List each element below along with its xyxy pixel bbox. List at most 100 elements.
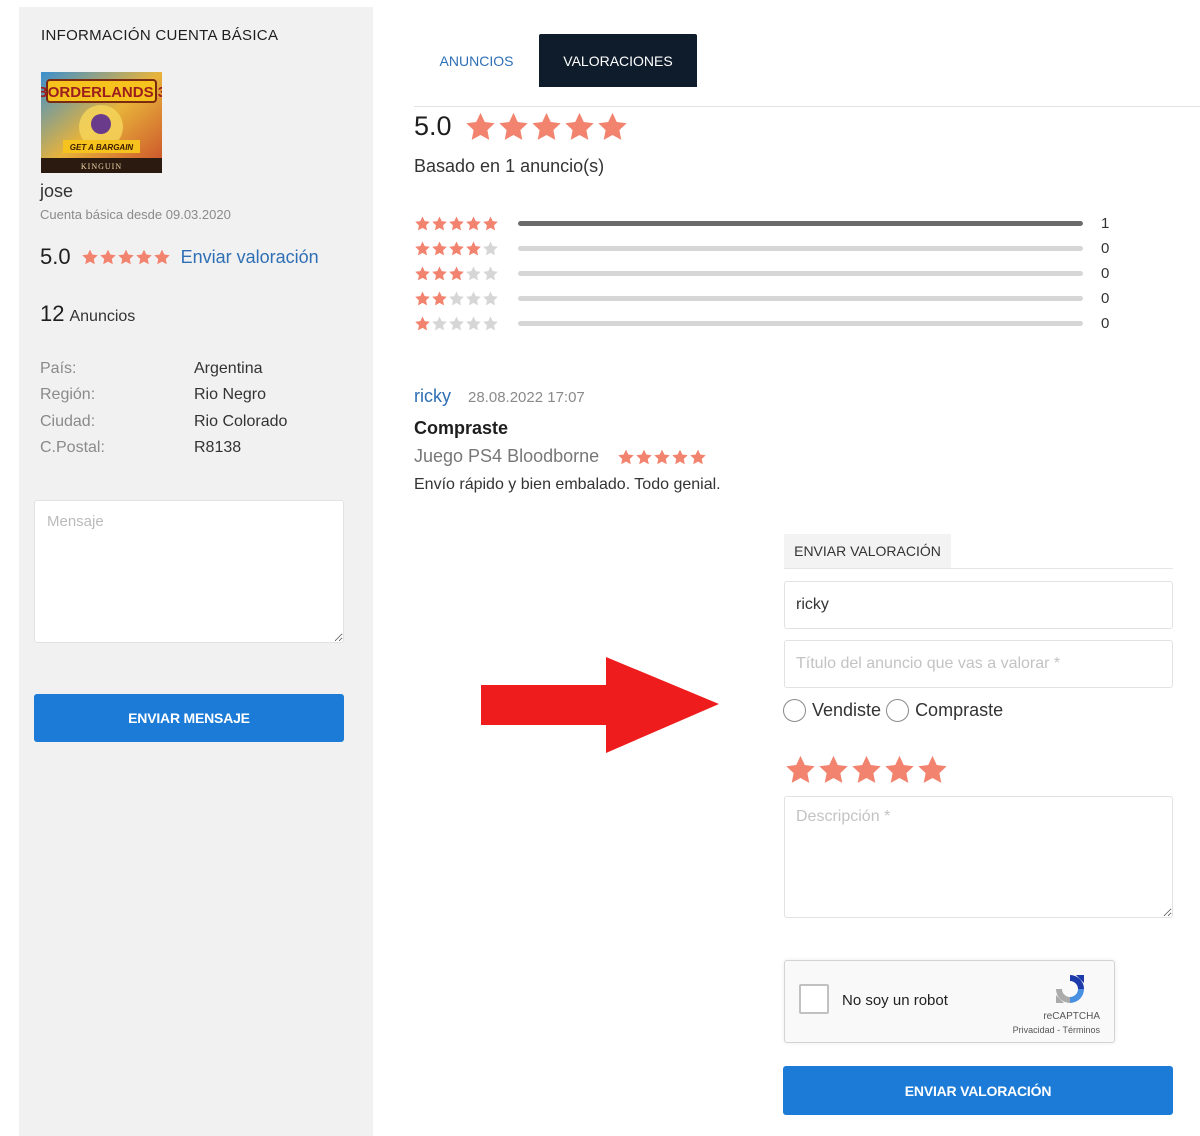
star-filled-icon: [653, 448, 671, 466]
ads-count-label: Anuncios: [69, 308, 136, 325]
star-filled-icon: [465, 240, 482, 257]
info-value: Rio Colorado: [194, 412, 288, 430]
star-empty-icon: [448, 315, 465, 332]
distribution-bar: [518, 271, 1083, 276]
star-filled-icon: [596, 110, 629, 143]
member-since: Cuenta básica desde 09.03.2020: [40, 207, 231, 222]
star-filled-icon: [81, 248, 99, 266]
description-field[interactable]: [784, 796, 1173, 918]
ad-title-field[interactable]: [784, 640, 1173, 688]
review-item-title: Juego PS4 Bloodborne: [414, 446, 600, 466]
summary-rating-value: 5.0: [414, 111, 452, 141]
distribution-bar-fill: [518, 221, 1083, 226]
radio-bought[interactable]: [886, 699, 910, 722]
star-filled-icon: [431, 240, 448, 257]
game-cover-image: BORDERLANDS 3 GET A BARGAIN KINGUIN: [41, 72, 162, 173]
reviewer-name-field[interactable]: [784, 581, 1173, 629]
distribution-count: 0: [1101, 240, 1110, 257]
distribution-bar: [518, 296, 1083, 301]
star-filled-icon[interactable]: [817, 753, 850, 786]
star-filled-icon: [414, 215, 431, 232]
cover-tagline: GET A BARGAIN: [70, 143, 134, 152]
info-key: C.Postal:: [40, 439, 105, 457]
star-filled-icon[interactable]: [883, 753, 916, 786]
star-empty-icon: [431, 315, 448, 332]
account-sidebar: INFORMACIÓN CUENTA BÁSICA BORDERLANDS 3 …: [19, 7, 373, 1136]
star-filled-icon: [635, 448, 653, 466]
review-user-link[interactable]: ricky: [414, 386, 451, 407]
star-filled-icon: [464, 110, 497, 143]
distribution-row-4: 0: [414, 236, 1109, 261]
info-row-region: Región: Rio Negro: [40, 382, 287, 408]
send-rating-link[interactable]: Enviar valoración: [181, 247, 319, 268]
star-filled-icon: [99, 248, 117, 266]
info-value: Argentina: [194, 360, 263, 378]
info-value: R8138: [194, 439, 242, 457]
radio-option-sold[interactable]: Vendiste: [783, 699, 881, 722]
distribution-row-3: 0: [414, 261, 1109, 286]
cover-caption: BORDERLANDS 3: [41, 84, 162, 101]
account-rating: 5.0 Enviar valoración: [40, 244, 319, 270]
message-input[interactable]: [34, 500, 344, 643]
radio-sold[interactable]: [783, 699, 806, 722]
rating-star-picker[interactable]: [784, 753, 949, 791]
star-filled-icon[interactable]: [784, 753, 817, 786]
distribution-row-2: 0: [414, 286, 1109, 311]
location-info: País: Argentina Región: Rio Negro Ciudad…: [40, 356, 287, 461]
send-rating-button[interactable]: ENVIAR VALORACIÓN: [783, 1066, 1173, 1115]
star-filled-icon: [448, 215, 465, 232]
star-filled-icon: [448, 265, 465, 282]
tab-valoraciones[interactable]: VALORACIONES: [539, 34, 697, 87]
info-row-country: País: Argentina: [40, 356, 287, 382]
star-filled-icon: [465, 215, 482, 232]
star-filled-icon[interactable]: [850, 753, 883, 786]
star-empty-icon: [465, 315, 482, 332]
distribution-stars: [414, 315, 499, 332]
recaptcha-widget: No soy un robot reCAPTCHA Privacidad - T…: [784, 960, 1115, 1043]
star-filled-icon: [530, 110, 563, 143]
star-filled-icon: [689, 448, 707, 466]
star-empty-icon: [482, 240, 499, 257]
star-filled-icon: [431, 290, 448, 307]
sidebar-title: INFORMACIÓN CUENTA BÁSICA: [41, 27, 279, 44]
cover-brand: KINGUIN: [81, 162, 122, 171]
info-key: Ciudad:: [40, 412, 96, 430]
radio-bought-label: Compraste: [915, 700, 1004, 720]
review-date: 28.08.2022 17:07: [468, 389, 585, 406]
review-item: ricky 28.08.2022 17:07 Compraste Juego P…: [414, 386, 721, 494]
username: jose: [40, 181, 74, 201]
rating-value: 5.0: [40, 244, 71, 269]
star-filled-icon: [414, 240, 431, 257]
send-rating-tab[interactable]: ENVIAR VALORACIÓN: [784, 534, 951, 568]
star-filled-icon[interactable]: [916, 753, 949, 786]
ads-count-number: 12: [40, 301, 65, 326]
star-empty-icon: [448, 290, 465, 307]
review-text: Envío rápido y bien embalado. Todo genia…: [414, 476, 721, 493]
rating-distribution: 1 0 0 0 0: [414, 211, 1109, 336]
review-header: ricky 28.08.2022 17:07: [414, 386, 721, 407]
based-on-text: Basado en 1 anuncio(s): [414, 156, 605, 176]
star-filled-icon: [448, 240, 465, 257]
info-value: Rio Negro: [194, 386, 267, 404]
tabs-divider: [414, 106, 1200, 107]
star-filled-icon: [497, 110, 530, 143]
distribution-bar: [518, 221, 1083, 226]
send-message-button[interactable]: ENVIAR MENSAJE: [34, 694, 344, 742]
avatar: BORDERLANDS 3 GET A BARGAIN KINGUIN: [41, 72, 162, 173]
recaptcha-label: No soy un robot: [842, 992, 948, 1009]
star-picker[interactable]: [784, 753, 949, 786]
rating-stars: [81, 248, 171, 266]
radio-sold-label: Vendiste: [812, 700, 882, 720]
transaction-type-radios: Vendiste Compraste: [783, 699, 1008, 722]
star-filled-icon: [414, 290, 431, 307]
info-key: Región:: [40, 386, 96, 404]
tab-anuncios[interactable]: ANUNCIOS: [414, 34, 539, 87]
distribution-bar: [518, 321, 1083, 326]
distribution-count: 0: [1101, 290, 1110, 307]
star-filled-icon: [671, 448, 689, 466]
distribution-count: 0: [1101, 265, 1110, 282]
radio-option-bought[interactable]: Compraste: [886, 699, 1003, 722]
recaptcha-links[interactable]: Privacidad - Términos: [1013, 1025, 1100, 1035]
recaptcha-checkbox[interactable]: [799, 984, 829, 1014]
rating-summary: 5.0: [414, 110, 629, 143]
